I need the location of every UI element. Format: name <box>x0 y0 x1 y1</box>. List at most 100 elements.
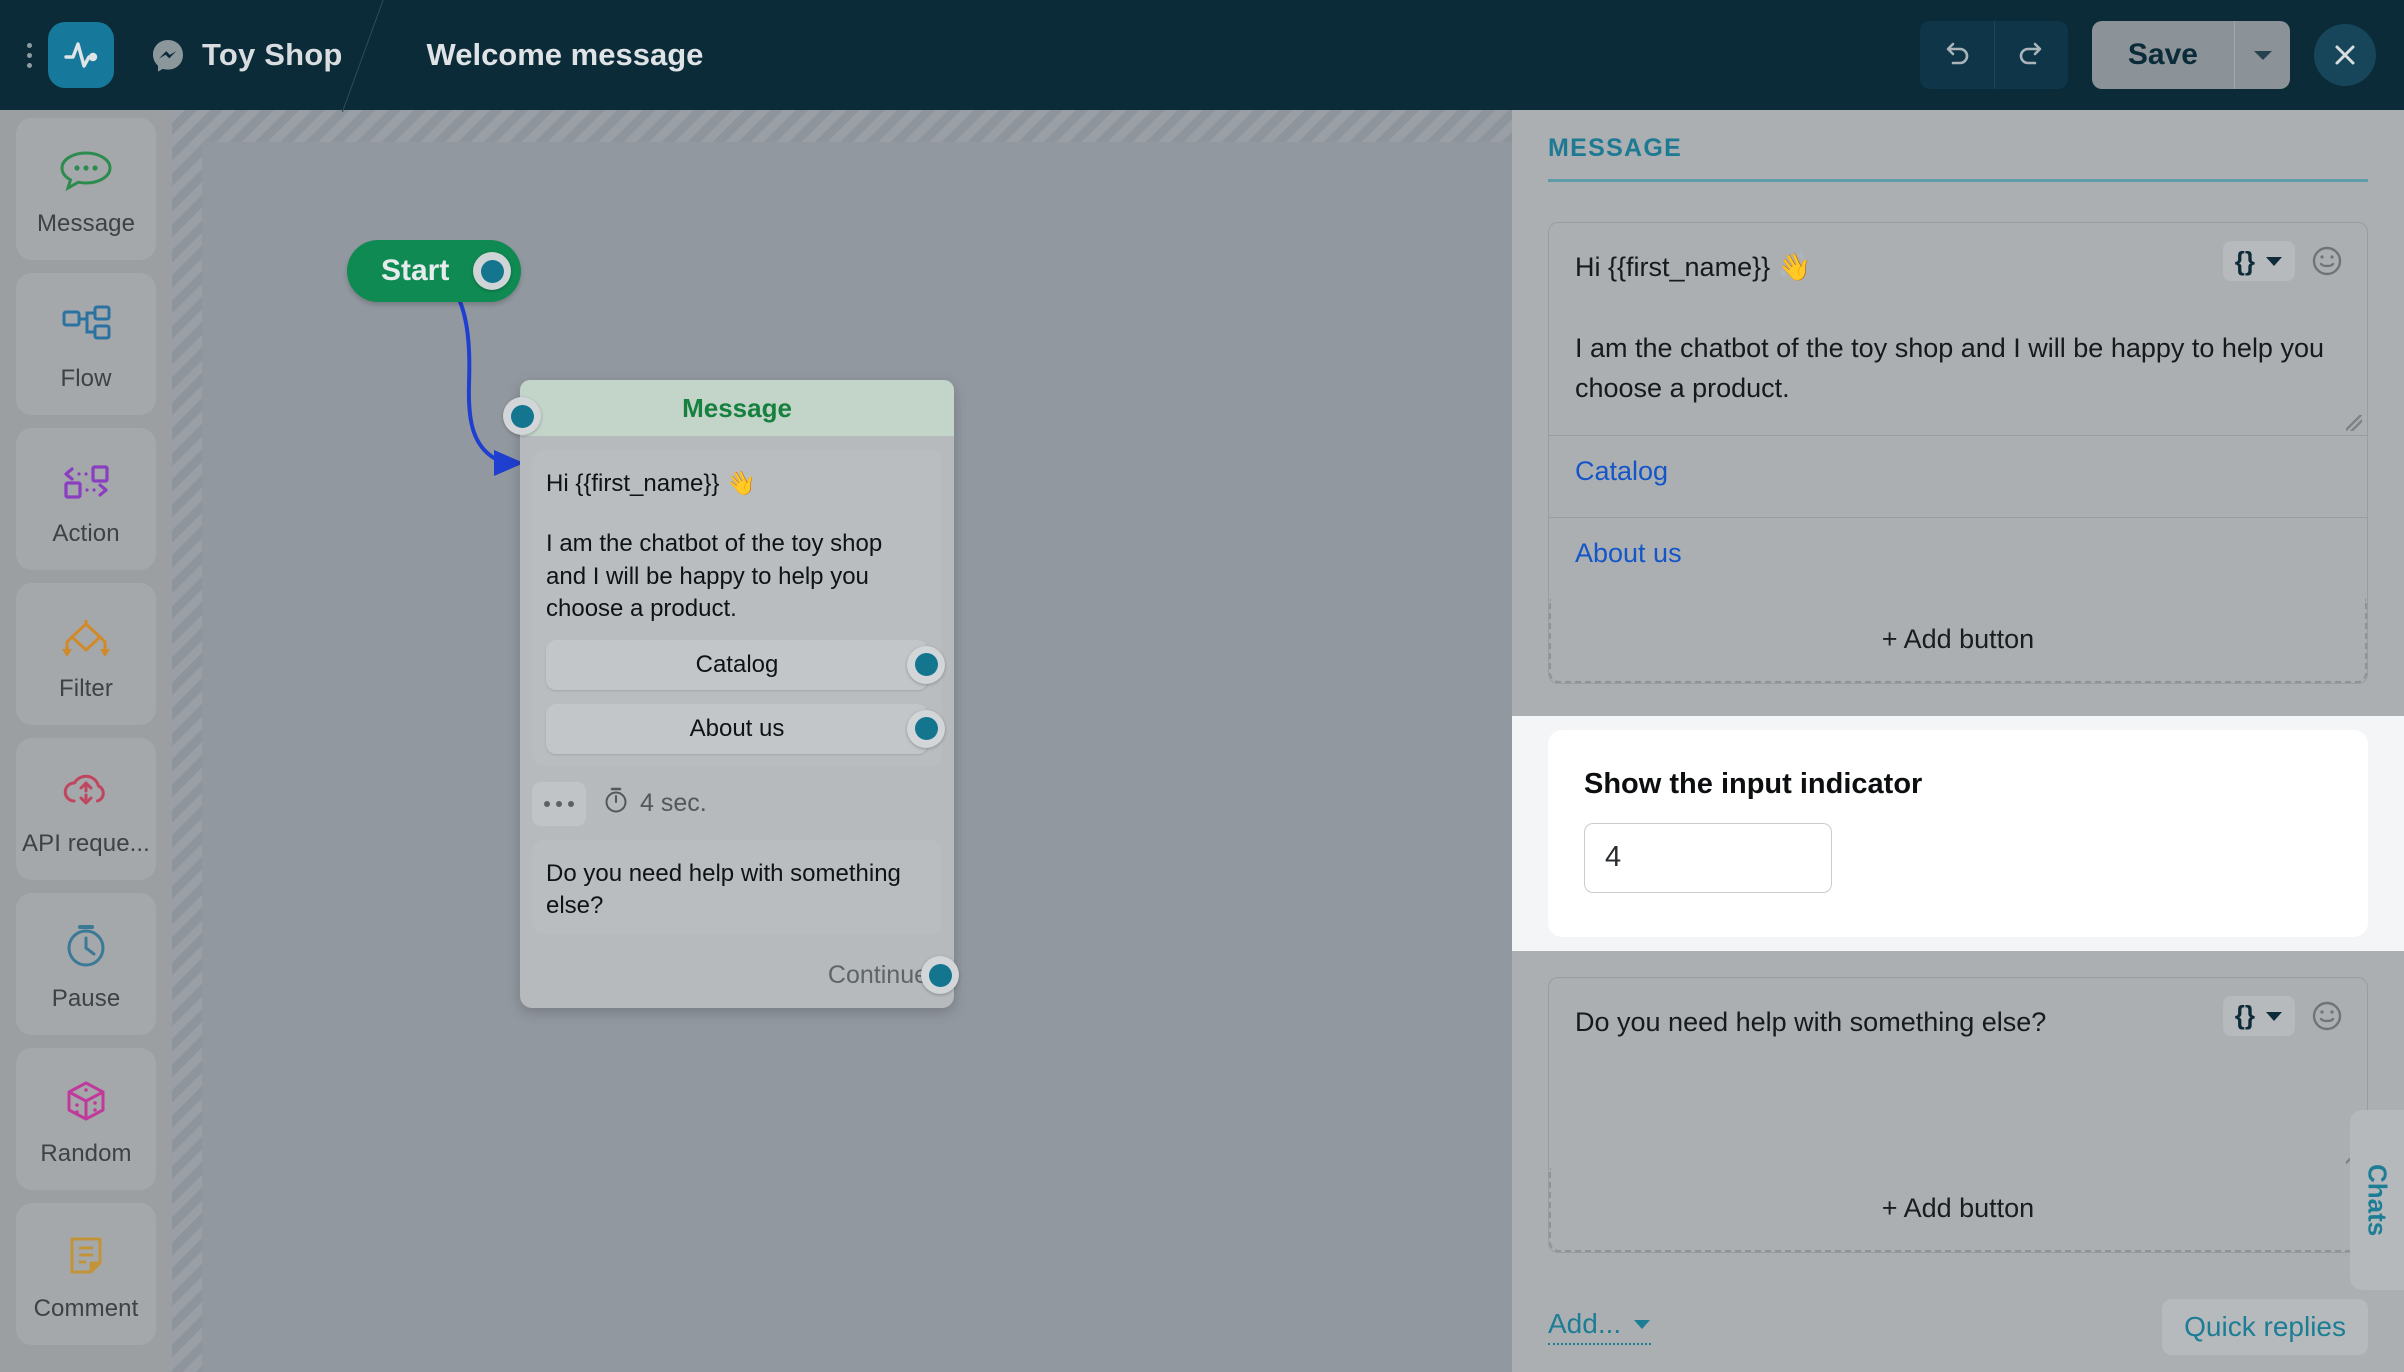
sidebar-item-comment[interactable]: Comment <box>16 1203 156 1345</box>
speech-bubble-icon <box>55 140 117 202</box>
message-node-input-port[interactable] <box>503 397 541 435</box>
sidebar-item-pause[interactable]: Pause <box>16 893 156 1035</box>
breadcrumb-separator <box>365 0 415 110</box>
message-node-delay-label: 4 sec. <box>640 789 707 818</box>
input-indicator-stepper: sec <box>1584 822 1832 893</box>
message-textarea[interactable]: Hi {{first_name}} 👋 I am the chatbot of … <box>1549 223 2367 435</box>
curly-braces-icon[interactable]: {} <box>2222 241 2295 281</box>
message-node-button-label: About us <box>689 714 785 742</box>
smiley-icon[interactable] <box>2309 998 2345 1034</box>
action-arrows-icon <box>55 450 117 512</box>
sidebar-item-label: Message <box>36 210 136 237</box>
panel-bottom-row: Add... Quick replies <box>1548 1298 2368 1355</box>
undo-redo-group <box>1919 21 2068 89</box>
save-button-group: Save <box>2091 21 2290 89</box>
undo-icon[interactable] <box>1920 21 1994 89</box>
brand-name[interactable]: Toy Shop <box>202 37 343 73</box>
message-node-continue-label: Continue <box>827 960 928 989</box>
message-block-2: Do you need help with something else? {} <box>1548 976 2368 1253</box>
messenger-icon <box>150 37 186 73</box>
sidebar-item-label: Action <box>52 520 120 547</box>
chats-tab-label: Chats <box>2362 1163 2393 1237</box>
message-editor-tools: {} <box>2222 241 2345 281</box>
sidebar-item-label: Filter <box>59 675 113 702</box>
message-node-button-catalog[interactable]: Catalog <box>546 639 945 690</box>
message-node[interactable]: Message Hi {{first_name}} 👋 I am the cha… <box>503 380 959 1009</box>
sidebar-item-action[interactable]: Action <box>16 428 156 570</box>
pulse-logo-icon[interactable] <box>48 22 114 88</box>
sidebar-item-flow[interactable]: Flow <box>16 273 156 415</box>
message-node-continue-output-port[interactable] <box>921 956 959 995</box>
message-node-button-output-port[interactable] <box>907 709 945 748</box>
ellipsis-icon[interactable] <box>532 781 586 826</box>
stopwatch-icon <box>602 785 630 822</box>
redo-icon[interactable] <box>1993 21 2068 89</box>
page-title: Welcome message <box>426 37 704 72</box>
input-indicator-title: Show the input indicator <box>1584 767 1923 800</box>
message-node-bubble: Hi {{first_name}} 👋 I am the chatbot of … <box>532 450 945 766</box>
start-node-label: Start <box>381 254 450 287</box>
add-dropdown-label: Add... <box>1548 1308 1622 1339</box>
close-icon[interactable] <box>2314 24 2376 86</box>
smiley-icon[interactable] <box>2309 243 2345 279</box>
chevron-down-icon <box>1634 1320 1651 1329</box>
input-indicator-card: Show the input indicator sec <box>1548 729 2368 937</box>
quick-replies-button[interactable]: Quick replies <box>2162 1298 2368 1355</box>
filter-diamond-icon <box>55 605 117 667</box>
sidebar-item-random[interactable]: Random <box>16 1048 156 1190</box>
input-indicator-highlight: Show the input indicator sec <box>1512 715 2404 951</box>
note-icon <box>55 1225 117 1287</box>
breadcrumb: Toy Shop <box>150 0 343 110</box>
top-bar: Toy Shop Welcome message Save <box>0 0 2404 110</box>
message-button-about-us[interactable]: About us <box>1575 538 1682 568</box>
message-block: Hi {{first_name}} 👋 I am the chatbot of … <box>1548 222 2368 684</box>
panel-section-title: MESSAGE <box>1548 134 1683 162</box>
message-textarea-2[interactable]: Do you need help with something else? {} <box>1549 978 2367 1168</box>
chevron-down-icon <box>2266 257 2282 266</box>
message-button-row: About us <box>1549 516 2367 599</box>
chevron-down-icon <box>2266 1011 2282 1021</box>
cloud-api-icon <box>55 760 117 822</box>
start-node-output-port[interactable] <box>473 252 512 290</box>
textarea-resize-grip[interactable] <box>2346 414 2362 431</box>
left-sidebar: Message Flow Action Filter API reque... … <box>0 110 172 1372</box>
sidebar-item-filter[interactable]: Filter <box>16 583 156 725</box>
top-bar-actions: Save <box>1919 21 2376 89</box>
panel-section-divider <box>1548 179 2368 182</box>
message-button-row: Catalog <box>1549 434 2367 517</box>
add-dropdown[interactable]: Add... <box>1548 1308 1652 1345</box>
dice-icon <box>55 1070 117 1132</box>
start-node[interactable]: Start <box>347 240 522 302</box>
message-editor-tools: {} <box>2222 995 2345 1036</box>
message-text-line: I am the chatbot of the toy shop and I w… <box>1575 332 2324 404</box>
message-node-text-line: Hi {{first_name}} 👋 <box>546 470 756 497</box>
canvas-hatch-top <box>172 110 1512 142</box>
input-indicator-seconds-input[interactable] <box>1585 823 1831 892</box>
chevron-down-icon[interactable] <box>2234 21 2290 89</box>
message-node-delay-row: 4 sec. <box>532 781 942 826</box>
kebab-menu-icon[interactable] <box>16 35 42 75</box>
add-button[interactable]: + Add button <box>1549 598 2367 683</box>
message-node-delay: 4 sec. <box>602 785 707 822</box>
message-node-text-line: Do you need help with something else? <box>546 859 901 919</box>
properties-panel: MESSAGE Hi {{first_name}} 👋 I am the cha… <box>1512 110 2404 1372</box>
curly-braces-icon[interactable]: {} <box>2222 995 2295 1036</box>
sidebar-item-message[interactable]: Message <box>16 118 156 260</box>
sidebar-item-api-request[interactable]: API reque... <box>16 738 156 880</box>
sidebar-item-label: Comment <box>33 1295 139 1322</box>
sidebar-item-label: Flow <box>60 365 112 392</box>
flow-canvas[interactable]: Start Message Hi {{first_name}} 👋 I am t… <box>172 110 1512 1372</box>
message-node-text-line: I am the chatbot of the toy shop and I w… <box>546 530 883 623</box>
chats-tab[interactable]: Chats <box>2350 1110 2404 1290</box>
message-node-bubble-2: Do you need help with something else? <box>532 839 942 935</box>
save-button[interactable]: Save <box>2092 21 2234 89</box>
message-node-header: Message <box>520 380 954 436</box>
message-node-button-about-us[interactable]: About us <box>546 703 945 754</box>
message-node-continue-row: Continue <box>532 956 959 995</box>
message-node-button-output-port[interactable] <box>907 645 945 684</box>
message-button-catalog[interactable]: Catalog <box>1575 456 1668 486</box>
add-button-2[interactable]: + Add button <box>1549 1167 2367 1252</box>
flow-nodes-icon <box>55 295 117 357</box>
canvas-hatch-left <box>172 110 202 1372</box>
message-node-button-label: Catalog <box>695 650 779 678</box>
